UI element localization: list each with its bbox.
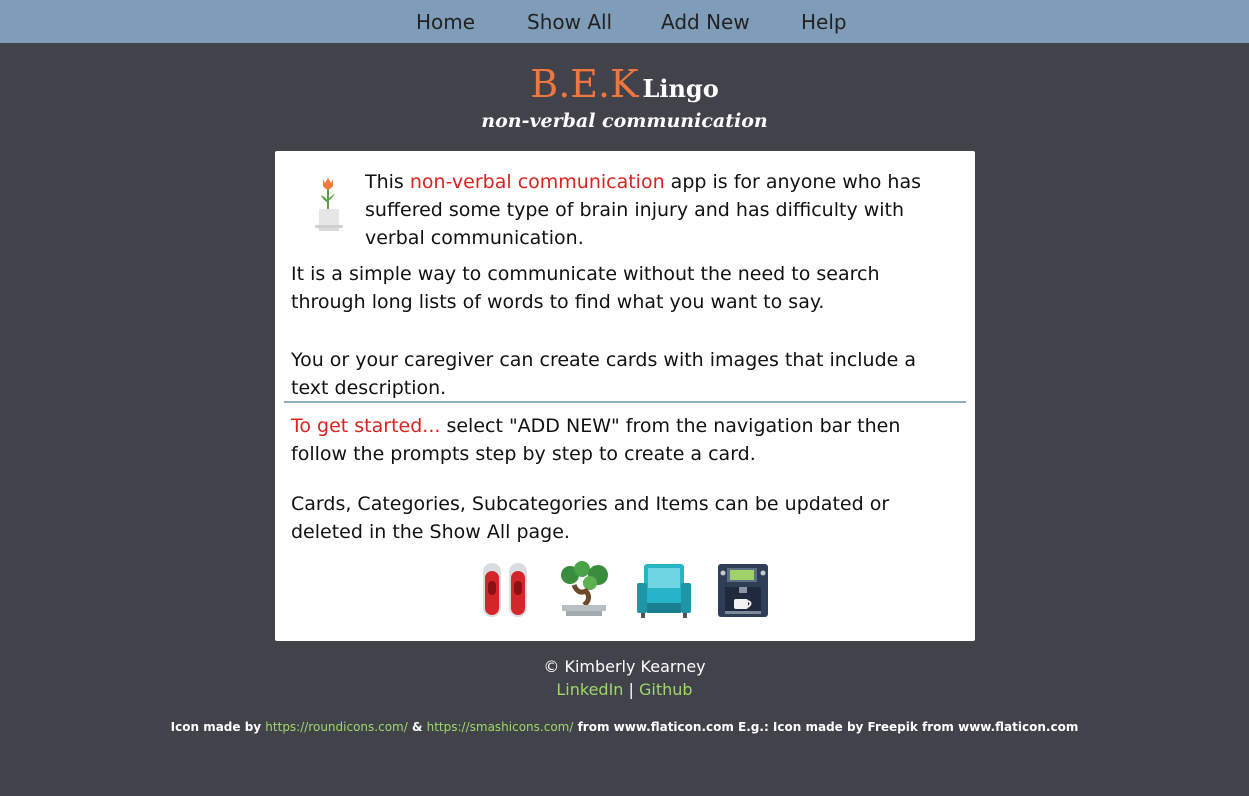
started-line-2: follow the prompts step by step to creat…	[291, 443, 756, 465]
roundicons-link[interactable]: https://roundicons.com/	[265, 720, 407, 734]
brand-bek: B.E.K	[530, 62, 639, 106]
nav-home-link[interactable]: Home	[416, 9, 475, 35]
footer-links: LinkedIn | Github	[0, 680, 1249, 699]
intro-highlight: non-verbal communication	[409, 171, 665, 193]
brand-logo: B.E.K Lingo	[0, 62, 1249, 106]
credits-suffix: from www.flaticon.com E.g.: Icon made by…	[573, 720, 1079, 734]
intro-line-3: verbal communication.	[365, 227, 584, 249]
smashicons-link[interactable]: https://smashicons.com/	[427, 720, 574, 734]
intro-line-1: This non-verbal communication app is for…	[365, 168, 921, 196]
section-divider	[284, 401, 966, 403]
brand-lingo: Lingo	[642, 74, 719, 103]
intro-lead: This	[365, 171, 410, 193]
nav-show-all-link[interactable]: Show All	[527, 9, 612, 35]
started-rest: select "ADD NEW" from the navigation bar…	[440, 415, 901, 437]
coffee-machine-icon	[718, 564, 768, 617]
started-line-1: To get started... select "ADD NEW" from …	[291, 412, 900, 440]
nav-add-new-link[interactable]: Add New	[661, 9, 750, 35]
intro-line-2: suffered some type of brain injury and h…	[365, 199, 905, 221]
nav-help-link[interactable]: Help	[801, 9, 847, 35]
brand-tagline: non-verbal communication	[481, 110, 768, 132]
top-navigation: Home Show All Add New Help	[0, 0, 1249, 43]
para5-line-2: deleted in the Show All page.	[291, 521, 570, 543]
para3-line-1: You or your caregiver can create cards w…	[291, 349, 917, 371]
para2-line-1: It is a simple way to communicate withou…	[291, 263, 880, 285]
github-link[interactable]: Github	[639, 680, 693, 699]
flower-pot-icon	[315, 178, 343, 231]
shoes-icon	[483, 563, 527, 617]
para5-line-1: Cards, Categories, Subcategories and Ite…	[291, 493, 890, 515]
footer-copyright: © Kimberly Kearney	[543, 657, 706, 676]
intro-rest: app is for anyone who has	[664, 171, 922, 193]
para2-line-2: through long lists of words to find what…	[291, 291, 825, 313]
started-highlight: To get started...	[291, 415, 441, 437]
armchair-icon	[637, 564, 691, 618]
intro-card: This non-verbal communication app is for…	[275, 151, 975, 641]
credits-prefix: Icon made by	[170, 720, 266, 734]
bonsai-icon	[561, 561, 608, 616]
credits-amp: &	[407, 720, 427, 734]
para3-line-2: text description.	[291, 377, 447, 399]
linkedin-link[interactable]: LinkedIn	[556, 680, 623, 699]
footer-separator: |	[628, 680, 634, 699]
icon-credits: Icon made by https://roundicons.com/ & h…	[0, 720, 1249, 734]
